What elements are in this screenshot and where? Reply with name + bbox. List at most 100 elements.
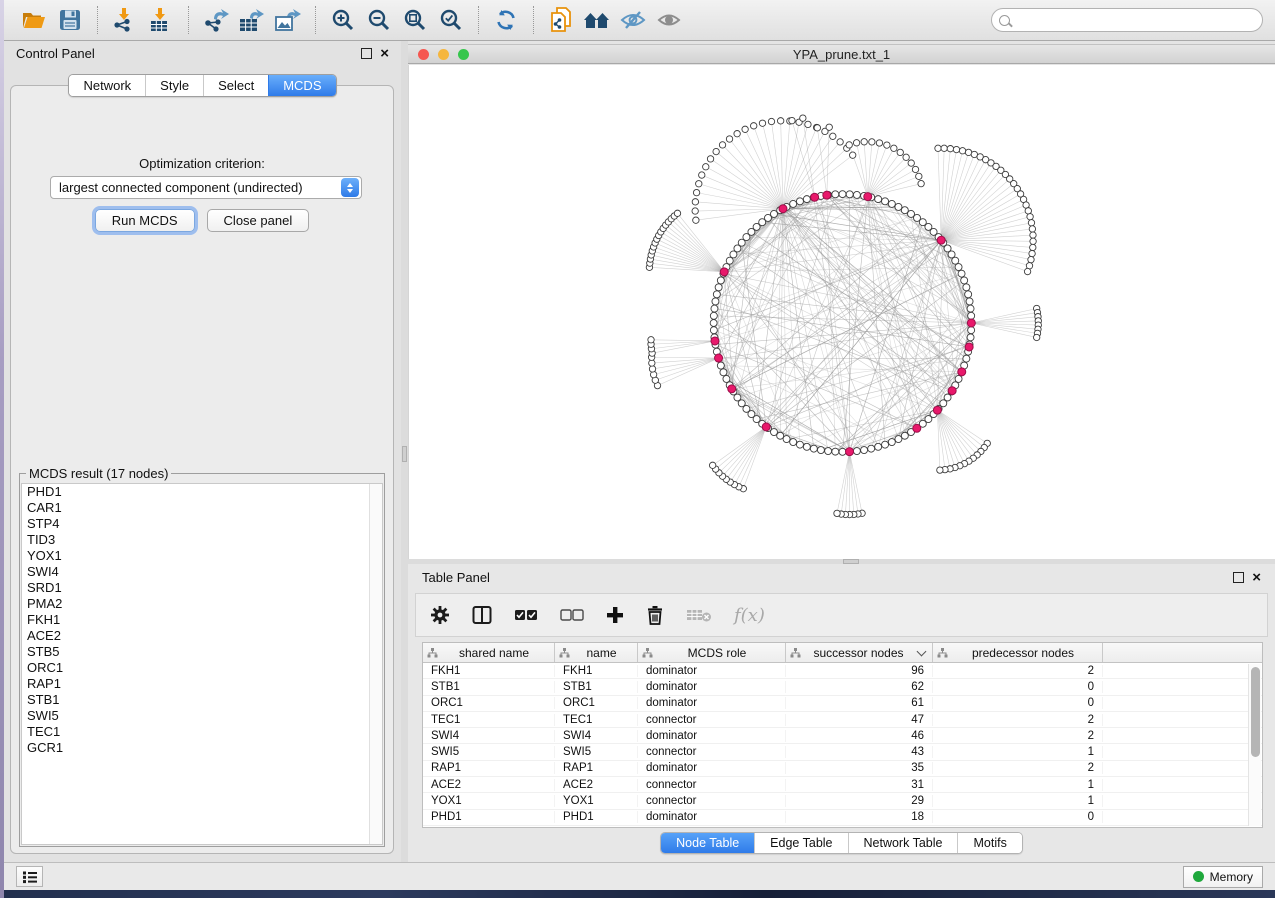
import-table-button[interactable] [143, 4, 179, 36]
table-row[interactable]: TEC1TEC1connector472 [423, 712, 1262, 728]
mcds-result-item[interactable]: YOX1 [22, 548, 382, 564]
mcds-result-item[interactable]: SWI4 [22, 564, 382, 580]
export-image-button[interactable] [270, 4, 306, 36]
save-session-button[interactable] [52, 4, 88, 36]
mcds-result-list[interactable]: PHD1CAR1STP4TID3YOX1SWI4SRD1PMA2FKH1ACE2… [21, 483, 383, 845]
float-panel-icon[interactable] [361, 48, 372, 59]
apply-layout-button[interactable] [488, 4, 524, 36]
mcds-result-item[interactable]: STB5 [22, 644, 382, 660]
mcds-result-item[interactable]: GCR1 [22, 740, 382, 756]
zoom-out-button[interactable] [361, 4, 397, 36]
cell-mcds_role: dominator [638, 730, 786, 742]
tab-node-table[interactable]: Node Table [661, 833, 754, 853]
refresh-layout-icon [494, 8, 518, 32]
export-network-button[interactable] [198, 4, 234, 36]
select-all-columns-button[interactable] [514, 608, 538, 622]
mcds-result-item[interactable]: STB1 [22, 692, 382, 708]
zoom-in-button[interactable] [325, 4, 361, 36]
search-input[interactable] [1015, 12, 1255, 28]
mcds-result-item[interactable]: FKH1 [22, 612, 382, 628]
mcds-result-item[interactable]: STP4 [22, 516, 382, 532]
eye-slash-icon [619, 8, 647, 32]
node-table: shared namenameMCDS rolesuccessor nodesp… [422, 642, 1263, 828]
mcds-result-item[interactable]: PHD1 [22, 484, 382, 500]
delete-table-button[interactable] [686, 607, 712, 623]
run-mcds-button[interactable]: Run MCDS [95, 209, 195, 232]
scrollbar-thumb[interactable] [1251, 667, 1260, 757]
tab-edge-table[interactable]: Edge Table [754, 833, 847, 853]
zoom-fit-icon [403, 8, 427, 32]
cell-predecessor_nodes: 0 [933, 681, 1103, 693]
clone-network-button[interactable] [543, 4, 579, 36]
table-row[interactable]: FKH1FKH1dominator962 [423, 663, 1262, 679]
close-panel-button[interactable]: Close panel [207, 209, 310, 232]
optimization-criterion-value: largest connected component (undirected) [51, 180, 341, 195]
float-panel-icon[interactable] [1233, 572, 1244, 583]
show-column-button[interactable] [472, 605, 492, 625]
zoom-selected-button[interactable] [433, 4, 469, 36]
memory-status-icon [1193, 871, 1204, 882]
zoom-fit-button[interactable] [397, 4, 433, 36]
mcds-result-item[interactable]: SWI5 [22, 708, 382, 724]
column-header-predecessor-nodes[interactable]: predecessor nodes [933, 643, 1103, 662]
vertical-splitter[interactable] [401, 41, 408, 862]
tab-network[interactable]: Network [69, 75, 145, 96]
cell-successor_nodes: 35 [786, 762, 933, 774]
table-row[interactable]: ACE2ACE2connector311 [423, 777, 1262, 793]
mcds-result-item[interactable]: ORC1 [22, 660, 382, 676]
table-row[interactable]: RAP1RAP1dominator352 [423, 761, 1262, 777]
mcds-result-item[interactable]: TEC1 [22, 724, 382, 740]
tab-network-table[interactable]: Network Table [848, 833, 958, 853]
cell-predecessor_nodes: 2 [933, 730, 1103, 742]
mcds-list-scrollbar[interactable] [369, 484, 382, 844]
table-row[interactable]: PHD1PHD1dominator180 [423, 810, 1262, 826]
column-header-successor-nodes[interactable]: successor nodes [786, 643, 933, 662]
tab-style[interactable]: Style [145, 75, 203, 96]
tab-mcds[interactable]: MCDS [268, 75, 335, 96]
column-header-shared-name[interactable]: shared name [423, 643, 555, 662]
mcds-result-item[interactable]: ACE2 [22, 628, 382, 644]
mcds-result-item[interactable]: PMA2 [22, 596, 382, 612]
table-row[interactable]: ORC1ORC1dominator610 [423, 696, 1262, 712]
hide-selected-button[interactable] [615, 4, 651, 36]
table-settings-button[interactable] [430, 605, 450, 625]
delete-column-button[interactable] [646, 605, 664, 625]
create-column-button[interactable] [606, 606, 624, 624]
close-panel-icon[interactable]: × [380, 48, 389, 59]
tab-select[interactable]: Select [203, 75, 268, 96]
cell-successor_nodes: 61 [786, 697, 933, 709]
table-row[interactable]: SWI4SWI4dominator462 [423, 728, 1262, 744]
mcds-result-item[interactable]: SRD1 [22, 580, 382, 596]
memory-button[interactable]: Memory [1183, 866, 1263, 888]
gear-icon [430, 605, 450, 625]
show-all-button[interactable] [651, 4, 687, 36]
table-row[interactable]: YOX1YOX1connector291 [423, 793, 1262, 809]
task-history-button[interactable] [16, 866, 43, 887]
close-panel-icon[interactable]: × [1252, 572, 1261, 583]
network-canvas[interactable] [408, 65, 1275, 559]
table-row[interactable]: SWI5SWI5connector431 [423, 744, 1262, 760]
column-header-name[interactable]: name [555, 643, 638, 662]
splitter-grip[interactable] [402, 446, 407, 462]
mcds-result-item[interactable]: TID3 [22, 532, 382, 548]
function-builder-button[interactable]: f(x) [734, 605, 765, 626]
cell-successor_nodes: 43 [786, 746, 933, 758]
cell-predecessor_nodes: 1 [933, 746, 1103, 758]
mcds-result-item[interactable]: CAR1 [22, 500, 382, 516]
cell-shared_name: TEC1 [423, 714, 555, 726]
export-table-button[interactable] [234, 4, 270, 36]
import-network-button[interactable] [107, 4, 143, 36]
column-header-MCDS-role[interactable]: MCDS role [638, 643, 786, 662]
mcds-result-item[interactable]: RAP1 [22, 676, 382, 692]
unselect-all-columns-button[interactable] [560, 608, 584, 622]
table-row[interactable]: STB1STB1dominator620 [423, 679, 1262, 695]
cell-name: SWI4 [555, 730, 638, 742]
table-scrollbar[interactable] [1248, 664, 1261, 826]
network-window-titlebar[interactable]: YPA_prune.txt_1 [408, 44, 1275, 64]
first-neighbors-button[interactable] [579, 4, 615, 36]
open-session-button[interactable] [16, 4, 52, 36]
tab-motifs[interactable]: Motifs [957, 833, 1021, 853]
optimization-criterion-select[interactable]: largest connected component (undirected) [50, 176, 362, 199]
network-graph[interactable] [409, 65, 1275, 559]
table-toolbar: f(x) [415, 593, 1268, 637]
